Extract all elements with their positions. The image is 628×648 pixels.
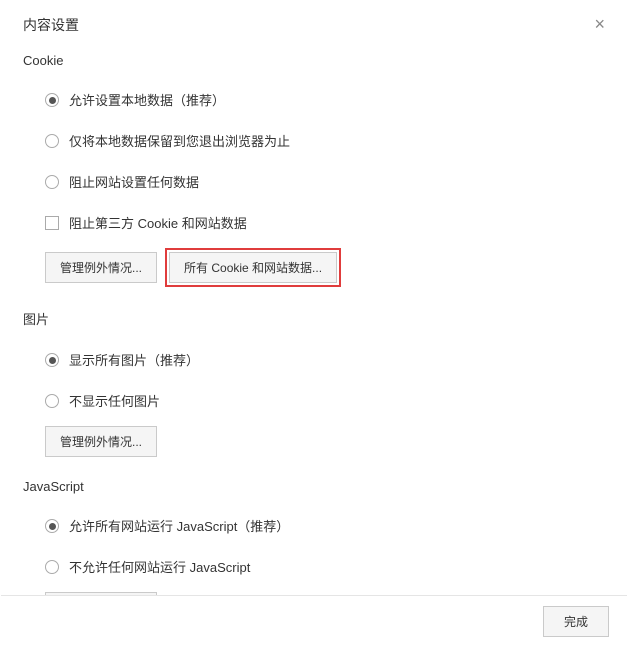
radio-cookie-session[interactable]: [45, 134, 59, 148]
label-images-show[interactable]: 显示所有图片（推荐）: [69, 350, 199, 369]
dialog-footer: 完成: [1, 595, 627, 647]
section-cookie: Cookie 允许设置本地数据（推荐） 仅将本地数据保留到您退出浏览器为止 阻止…: [23, 53, 605, 287]
dialog-content[interactable]: Cookie 允许设置本地数据（推荐） 仅将本地数据保留到您退出浏览器为止 阻止…: [1, 43, 627, 595]
radio-js-allow[interactable]: [45, 519, 59, 533]
js-option-block: 不允许任何网站运行 JavaScript: [23, 551, 605, 582]
cookie-option-thirdparty: 阻止第三方 Cookie 和网站数据: [23, 207, 605, 238]
section-title-images: 图片: [23, 309, 605, 328]
manage-exceptions-js-button[interactable]: 管理例外情况...: [45, 592, 157, 595]
label-js-block[interactable]: 不允许任何网站运行 JavaScript: [69, 557, 250, 576]
done-button[interactable]: 完成: [543, 606, 609, 637]
label-cookie-thirdparty[interactable]: 阻止第三方 Cookie 和网站数据: [69, 213, 247, 232]
all-cookies-button[interactable]: 所有 Cookie 和网站数据...: [169, 252, 337, 283]
images-option-hide: 不显示任何图片: [23, 385, 605, 416]
cookie-button-row: 管理例外情况... 所有 Cookie 和网站数据...: [23, 248, 605, 287]
js-option-allow: 允许所有网站运行 JavaScript（推荐）: [23, 510, 605, 541]
radio-cookie-allow[interactable]: [45, 93, 59, 107]
section-title-javascript: JavaScript: [23, 479, 605, 494]
label-cookie-allow[interactable]: 允许设置本地数据（推荐）: [69, 90, 225, 109]
label-cookie-session[interactable]: 仅将本地数据保留到您退出浏览器为止: [69, 131, 290, 150]
label-cookie-block[interactable]: 阻止网站设置任何数据: [69, 172, 199, 191]
images-option-show: 显示所有图片（推荐）: [23, 344, 605, 375]
content-settings-dialog: 内容设置 × Cookie 允许设置本地数据（推荐） 仅将本地数据保留到您退出浏…: [0, 0, 628, 648]
label-js-allow[interactable]: 允许所有网站运行 JavaScript（推荐）: [69, 516, 289, 535]
label-images-hide[interactable]: 不显示任何图片: [69, 391, 160, 410]
cookie-option-block: 阻止网站设置任何数据: [23, 166, 605, 197]
dialog-title: 内容设置: [23, 15, 79, 35]
js-button-row: 管理例外情况...: [23, 592, 605, 595]
section-javascript: JavaScript 允许所有网站运行 JavaScript（推荐） 不允许任何…: [23, 479, 605, 595]
close-icon[interactable]: ×: [590, 15, 609, 33]
section-images: 图片 显示所有图片（推荐） 不显示任何图片 管理例外情况...: [23, 309, 605, 457]
radio-images-hide[interactable]: [45, 394, 59, 408]
dialog-header: 内容设置 ×: [1, 1, 627, 43]
highlight-box: 所有 Cookie 和网站数据...: [165, 248, 341, 287]
radio-js-block[interactable]: [45, 560, 59, 574]
images-button-row: 管理例外情况...: [23, 426, 605, 457]
radio-images-show[interactable]: [45, 353, 59, 367]
cookie-option-session: 仅将本地数据保留到您退出浏览器为止: [23, 125, 605, 156]
manage-exceptions-cookie-button[interactable]: 管理例外情况...: [45, 252, 157, 283]
manage-exceptions-images-button[interactable]: 管理例外情况...: [45, 426, 157, 457]
radio-cookie-block[interactable]: [45, 175, 59, 189]
checkbox-cookie-thirdparty[interactable]: [45, 216, 59, 230]
cookie-option-allow: 允许设置本地数据（推荐）: [23, 84, 605, 115]
section-title-cookie: Cookie: [23, 53, 605, 68]
